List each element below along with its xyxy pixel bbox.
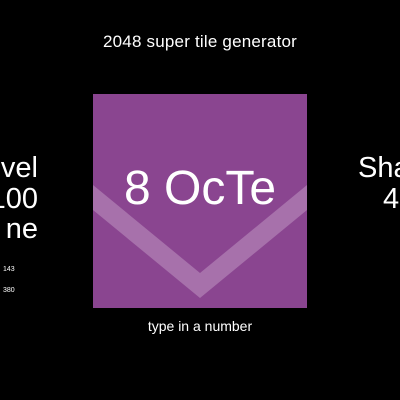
- super-tile: 8 OcTe: [93, 94, 307, 308]
- left-panel-name: ne: [5, 213, 38, 245]
- right-panel-value: 4: [383, 183, 400, 215]
- right-panel-label: Sha: [358, 152, 400, 184]
- tile-value: 8 OcTe: [123, 162, 277, 215]
- left-panel-level-label: Level: [0, 152, 38, 184]
- game-screen: 2048 super tile generator 8 OcTe type in…: [0, 0, 400, 400]
- number-input-hint[interactable]: type in a number: [0, 318, 400, 334]
- left-panel-level-value: 100: [0, 183, 38, 215]
- left-panel-stat-2: 380: [3, 287, 15, 294]
- page-title: 2048 super tile generator: [102, 32, 298, 51]
- left-panel-stat-1: 143: [3, 266, 15, 273]
